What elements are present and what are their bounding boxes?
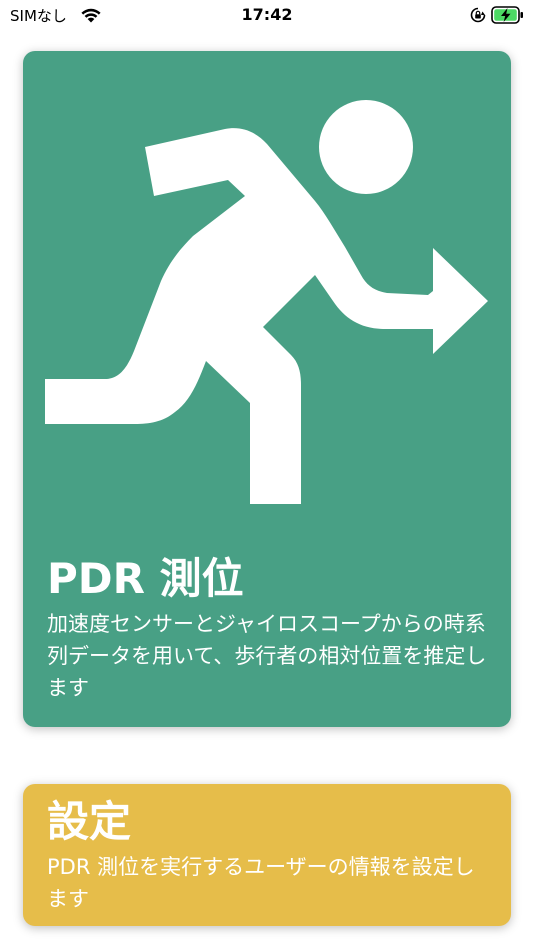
- status-bar: SIMなし 17:42: [0, 0, 534, 30]
- pdr-card-title: PDR 測位: [47, 554, 244, 603]
- status-time: 17:42: [241, 5, 293, 24]
- pdr-card[interactable]: PDR 測位 加速度センサーとジャイロスコープからの時系列データを用いて、歩行者…: [23, 51, 511, 727]
- pdr-card-description: 加速度センサーとジャイロスコープからの時系列データを用いて、歩行者の相対位置を推…: [47, 612, 487, 700]
- orientation-lock-icon: [470, 7, 486, 23]
- settings-card-description: PDR 測位を実行するユーザーの情報を設定します: [47, 855, 475, 911]
- settings-card[interactable]: 設定 PDR 測位を実行するユーザーの情報を設定します: [23, 784, 511, 926]
- running-person-icon: [45, 100, 488, 504]
- battery-charging-icon: [491, 6, 523, 24]
- settings-card-title: 設定: [47, 797, 132, 846]
